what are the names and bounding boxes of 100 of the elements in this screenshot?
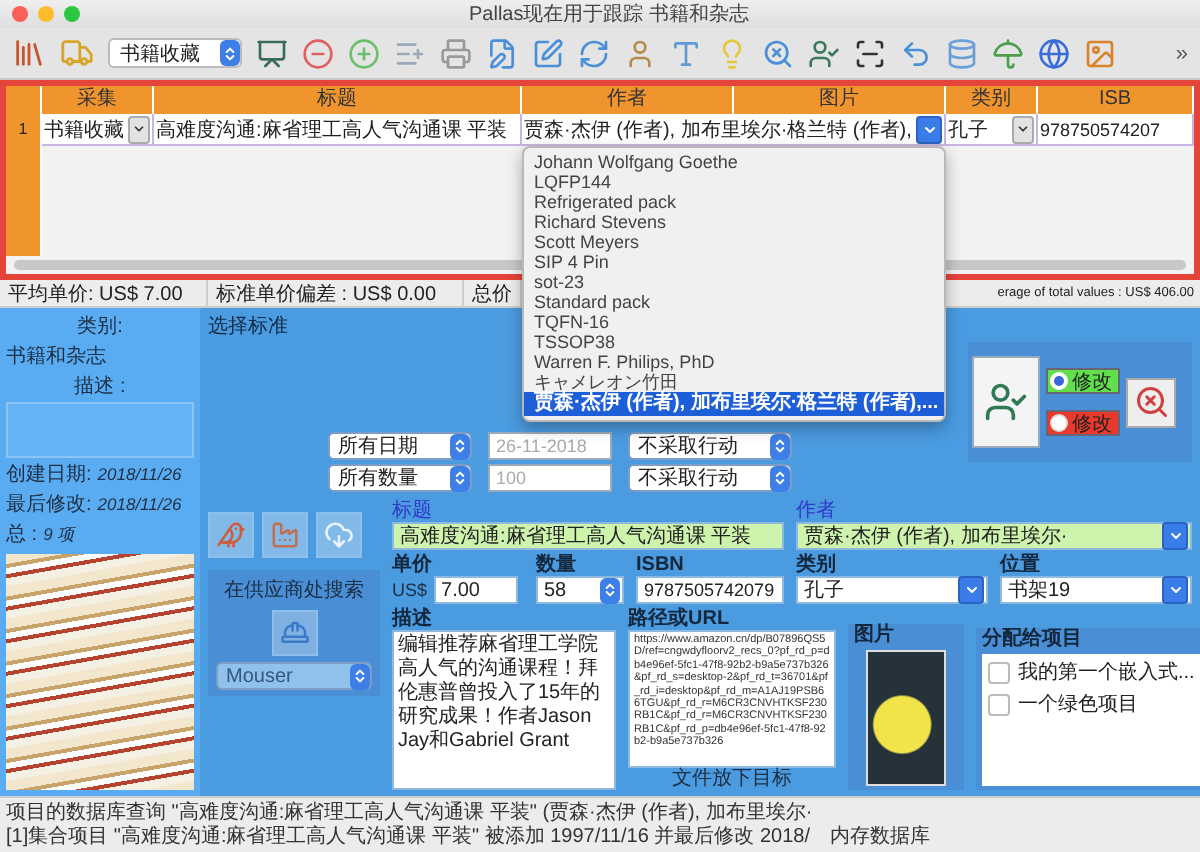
table-cell: 高难度沟通:麻省理工高人气沟通课 平装 bbox=[154, 114, 522, 146]
isbn-label: ISBN bbox=[636, 554, 686, 576]
category-label: 类别 bbox=[796, 554, 838, 576]
column-header[interactable]: ISB bbox=[1038, 86, 1194, 114]
radio-option[interactable]: 修改 bbox=[1046, 410, 1120, 436]
remove-icon[interactable] bbox=[302, 37, 334, 69]
minimize-button[interactable] bbox=[38, 6, 54, 22]
caret-icon bbox=[1016, 122, 1030, 136]
created-label: 创建日期: bbox=[6, 461, 92, 488]
menu-item[interactable]: Warren F. Philips, PhD bbox=[524, 352, 944, 372]
column-header[interactable]: 类别 bbox=[946, 86, 1038, 114]
location-label: 位置 bbox=[1000, 554, 1042, 576]
cover-placeholder bbox=[866, 650, 946, 786]
menu-item[interactable]: LQFP144 bbox=[524, 172, 944, 192]
chevron-down-icon bbox=[921, 121, 937, 137]
chevron-up-down-icon bbox=[452, 470, 468, 486]
category-field[interactable]: 孔子 bbox=[796, 576, 988, 604]
menu-item[interactable]: Richard Stevens bbox=[524, 212, 944, 232]
add-row-icon[interactable] bbox=[394, 37, 426, 69]
chevron-up-down-icon bbox=[772, 470, 788, 486]
refresh-icon[interactable] bbox=[578, 37, 610, 69]
header-corner bbox=[6, 86, 42, 114]
menu-item[interactable]: 贾森·杰伊 (作者), 加布里埃尔·格兰特 (作者),... bbox=[524, 392, 944, 416]
factory-icon bbox=[270, 520, 300, 550]
user-check-icon bbox=[984, 380, 1028, 424]
category-dropdown[interactable]: 孔子 bbox=[946, 114, 1038, 146]
chevron-up-down-icon bbox=[452, 438, 468, 454]
printer-icon[interactable] bbox=[440, 37, 472, 69]
row-number: 1 bbox=[6, 114, 42, 146]
menu-item[interactable]: Johann Wolfgang Goethe bbox=[524, 152, 944, 172]
title-field[interactable]: 高难度沟通:麻省理工高人气沟通课 平装 bbox=[392, 522, 784, 550]
close-button[interactable] bbox=[12, 6, 28, 22]
column-header[interactable]: 标题 bbox=[154, 86, 522, 114]
author-dropdown[interactable]: 贾森·杰伊 (作者), 加布里埃尔·格兰特 (作者), bbox=[522, 114, 946, 146]
add-icon[interactable] bbox=[348, 37, 380, 69]
status-message: 项目的数据库查询 "高难度沟通:麻省理工高人气沟通课 平装" (贾森·杰伊 (作者), 加布里埃尔· bbox=[6, 801, 813, 825]
status-message: 内存数据库 bbox=[830, 825, 930, 849]
chevron-down-icon bbox=[1167, 582, 1183, 598]
menu-item[interactable]: TSSOP38 bbox=[524, 332, 944, 352]
column-header[interactable]: 图片 bbox=[734, 86, 946, 114]
cloud-download-button[interactable] bbox=[316, 512, 362, 558]
menu-item[interactable]: Refrigerated pack bbox=[524, 192, 944, 212]
collection-dropdown[interactable]: 书籍收藏 bbox=[42, 114, 154, 146]
total-count: 9 项 bbox=[43, 524, 76, 548]
text-icon[interactable] bbox=[670, 37, 702, 69]
undo-icon[interactable] bbox=[900, 37, 932, 69]
truck-icon[interactable] bbox=[60, 36, 94, 70]
column-header[interactable]: 作者 bbox=[522, 86, 734, 114]
drop-target-hint: 文件放下目标 bbox=[670, 768, 794, 790]
database-icon[interactable] bbox=[946, 37, 978, 69]
description-label: 描述 : bbox=[72, 373, 128, 400]
location-field[interactable]: 书架19 bbox=[1000, 576, 1192, 604]
menu-item[interactable]: SIP 4 Pin bbox=[524, 252, 944, 272]
overflow-button[interactable]: » bbox=[1175, 41, 1188, 65]
row-header-filler bbox=[6, 146, 42, 256]
image-label: 图片 bbox=[854, 624, 896, 646]
column-header[interactable]: 采集 bbox=[42, 86, 154, 114]
menu-item[interactable]: TQFN-16 bbox=[524, 312, 944, 332]
umbrella-icon[interactable] bbox=[992, 37, 1024, 69]
search-clear-icon[interactable] bbox=[762, 37, 794, 69]
title-label: 标题 bbox=[392, 500, 434, 522]
zoom-button[interactable] bbox=[64, 6, 80, 22]
books-icon[interactable] bbox=[12, 36, 46, 70]
projects-label: 分配给项目 bbox=[982, 628, 1084, 650]
price-label: 单价 bbox=[392, 554, 434, 576]
radio-option[interactable]: 修改 bbox=[1046, 368, 1120, 394]
description-field[interactable] bbox=[6, 402, 194, 458]
isbn-field[interactable]: 9787505742079 bbox=[636, 576, 784, 604]
factory-button[interactable] bbox=[262, 512, 308, 558]
collection-select[interactable]: 书籍收藏 bbox=[108, 38, 242, 68]
chevron-up-down-icon bbox=[222, 45, 238, 61]
author-field[interactable]: 贾森·杰伊 (作者), 加布里埃尔· bbox=[796, 522, 1192, 550]
blackboard-icon[interactable] bbox=[256, 37, 288, 69]
description-field[interactable]: 编辑推荐麻省理工学院高人气的沟通课程！拜伦惠普曾投入了15年的研究成果！作者Jason Jay和Gabriel Grant bbox=[392, 630, 616, 790]
globe-icon[interactable] bbox=[1038, 37, 1070, 69]
total-label: 总 : bbox=[6, 521, 38, 548]
vendor-select[interactable]: Mouser bbox=[216, 662, 372, 690]
created-date: 2018/11/26 bbox=[97, 464, 182, 484]
menu-item[interactable]: Standard pack bbox=[524, 292, 944, 312]
caret-icon bbox=[132, 122, 146, 136]
checkbox[interactable] bbox=[988, 693, 1010, 715]
scanner-icon[interactable] bbox=[854, 37, 886, 69]
person-icon[interactable] bbox=[624, 37, 656, 69]
menu-item[interactable]: Scott Meyers bbox=[524, 232, 944, 252]
checkbox[interactable] bbox=[988, 661, 1010, 683]
edit-document-icon[interactable] bbox=[486, 37, 518, 69]
worker-button[interactable] bbox=[271, 610, 317, 656]
menu-item[interactable]: sot-23 bbox=[524, 272, 944, 292]
quantity-field[interactable]: 58 bbox=[536, 576, 624, 604]
radio-dot[interactable] bbox=[1050, 414, 1068, 432]
menu-item[interactable]: キャメレオン竹田 bbox=[524, 372, 944, 392]
edit-icon[interactable] bbox=[532, 37, 564, 69]
quantity-label: 数量 bbox=[536, 554, 578, 576]
price-field[interactable]: 7.00 bbox=[433, 576, 518, 604]
chevron-down-icon bbox=[1167, 528, 1183, 544]
bird-button[interactable] bbox=[208, 512, 254, 558]
clear-search-button[interactable] bbox=[1126, 377, 1176, 427]
modified-date: 2018/11/26 bbox=[97, 494, 182, 514]
image-icon[interactable] bbox=[1084, 37, 1116, 69]
user-check-icon[interactable] bbox=[808, 37, 840, 69]
